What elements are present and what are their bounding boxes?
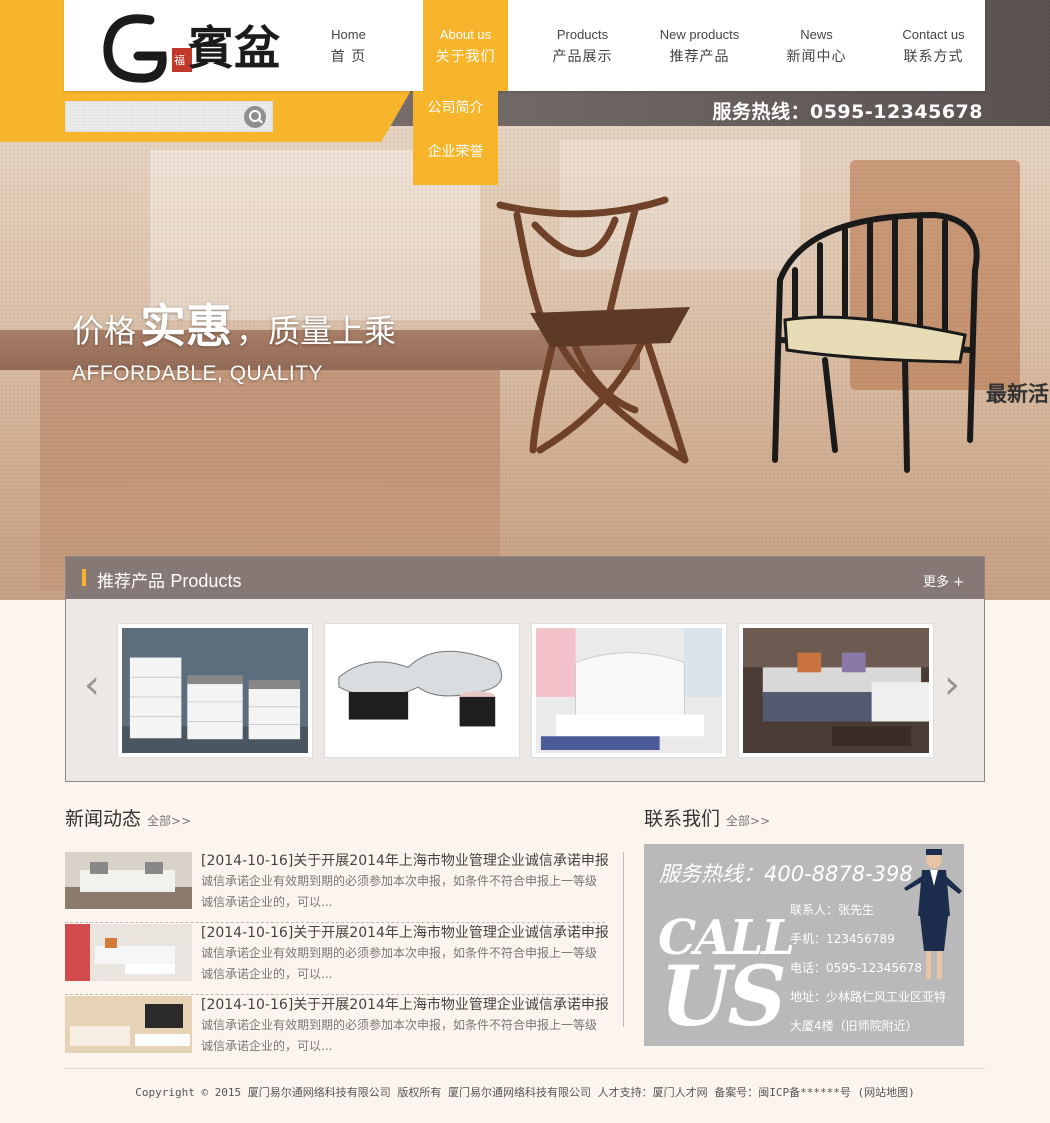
- us-text: US: [660, 949, 787, 1045]
- contact-heading: 联系我们 全部>>: [644, 804, 964, 831]
- stewardess-image: [904, 849, 962, 979]
- products-more-link[interactable]: 更多 +: [923, 571, 964, 590]
- news-item[interactable]: [2014-10-16]关于开展2014年上海市物业管理企业诚信承诺申报诚信承诺…: [65, 995, 609, 1067]
- news-heading: 新闻动态 全部>>: [65, 804, 605, 831]
- nav-products[interactable]: Products 产品展示: [524, 0, 641, 91]
- news-image: [65, 852, 192, 909]
- product-thumb-cabinets[interactable]: [117, 623, 313, 758]
- wooden-chair-image: [496, 196, 690, 464]
- news-item[interactable]: [2014-10-16]关于开展2014年上海市物业管理企业诚信承诺申报诚信承诺…: [65, 923, 609, 995]
- coffee-table-image: [329, 628, 515, 753]
- contact-section: 联系我们 全部>> 服务热线：400-8878-398 CALL US 联系人：张…: [644, 804, 964, 1046]
- products-header-bar: 推荐产品 Products 更多 +: [66, 557, 984, 599]
- products-title-en: Products: [170, 571, 242, 591]
- banner-side-text: 最新活: [986, 381, 1049, 406]
- news-image: [65, 924, 192, 981]
- site-header: 福 賓盆 Home 首 页 About us 关于我们 Products 产品展示 N…: [64, 0, 985, 91]
- product-carousel: [117, 623, 934, 758]
- chevron-left-icon[interactable]: ‹: [84, 665, 104, 705]
- nav-contact[interactable]: Contact us 联系方式: [875, 0, 992, 91]
- bed-image: [536, 628, 722, 753]
- svg-text:賓盆: 賓盆: [188, 21, 280, 75]
- nav-new-products[interactable]: New products 推荐产品: [641, 0, 758, 91]
- search-box: [65, 101, 273, 132]
- contact-title: 联系我们: [644, 808, 721, 830]
- news-item-title[interactable]: [2014-10-16]关于开展2014年上海市物业管理企业诚信承诺申报: [201, 852, 609, 870]
- contact-hotline: 服务热线：400-8878-398: [659, 862, 913, 886]
- chevron-right-icon[interactable]: ›: [944, 665, 964, 705]
- footer-copyright: Copyright © 2015 厦门易尔通网络科技有限公司 版权所有 厦门易尔…: [135, 1086, 915, 1099]
- contact-all-link[interactable]: 全部>>: [726, 814, 770, 828]
- slogan-price: 价格: [72, 312, 137, 350]
- product-thumb-sofa[interactable]: [738, 623, 934, 758]
- site-logo[interactable]: 福 賓盆: [102, 8, 282, 84]
- news-section: 新闻动态 全部>> [2014-10-16]关于开展2014年上海市物业管理企业诚…: [65, 804, 609, 1067]
- footer-divider: [65, 1068, 985, 1069]
- search-icon[interactable]: [244, 106, 266, 128]
- column-divider: [623, 852, 624, 1027]
- news-all-link[interactable]: 全部>>: [147, 814, 191, 828]
- section-marker: [82, 569, 86, 586]
- hotline-header: 服务热线：0595-12345678: [712, 101, 983, 123]
- news-item-title[interactable]: [2014-10-16]关于开展2014年上海市物业管理企业诚信承诺申报: [201, 996, 609, 1014]
- nav-news[interactable]: News 新闻中心: [758, 0, 875, 91]
- cabinets-image: [122, 628, 308, 753]
- main-nav: Home 首 页 About us 关于我们 Products 产品展示 New pr…: [290, 0, 992, 91]
- products-section: 推荐产品 Products 更多 + ‹ ›: [65, 556, 985, 782]
- products-title: 推荐产品 Products: [97, 567, 241, 592]
- dropdown-item-honors[interactable]: 企业荣誉: [413, 135, 498, 179]
- news-item[interactable]: [2014-10-16]关于开展2014年上海市物业管理企业诚信承诺申报诚信承诺…: [65, 851, 609, 923]
- slogan-quality: ，质量上乘: [236, 312, 397, 350]
- news-item-title[interactable]: [2014-10-16]关于开展2014年上海市物业管理企业诚信承诺申报: [201, 924, 609, 942]
- sofa-image: [743, 628, 929, 753]
- news-list: [2014-10-16]关于开展2014年上海市物业管理企业诚信承诺申报诚信承诺…: [65, 851, 609, 1067]
- svg-text:福: 福: [174, 53, 185, 67]
- news-item-desc: 诚信承诺企业有效期到期的必须参加本次申报，如条件不符合申报上一等级诚信承诺企业的…: [201, 874, 598, 909]
- news-title: 新闻动态: [65, 808, 142, 830]
- black-armchair-image: [772, 211, 980, 473]
- products-title-cn: 推荐产品: [97, 572, 165, 592]
- contact-box: 服务热线：400-8878-398 CALL US 联系人：张先生 手机：123…: [644, 844, 964, 1046]
- news-item-desc: 诚信承诺企业有效期到期的必须参加本次申报，如条件不符合申报上一等级诚信承诺企业的…: [201, 1018, 598, 1053]
- banner-slogan: 价格实惠 ，质量上乘 AFFORDABLE, QUALITY: [72, 290, 396, 386]
- slogan-english: AFFORDABLE, QUALITY: [72, 362, 324, 385]
- contact-address: 地址：少林路仁风工业区亚特: [790, 990, 947, 1004]
- dropdown-item-company-intro[interactable]: 公司简介: [413, 91, 498, 135]
- news-image: [65, 996, 192, 1053]
- slogan-affordable: 实惠: [140, 299, 233, 353]
- search-input[interactable]: [66, 102, 236, 131]
- news-item-desc: 诚信承诺企业有效期到期的必须参加本次申报，如条件不符合申报上一等级诚信承诺企业的…: [201, 946, 598, 981]
- about-dropdown-menu: 公司简介 企业荣誉: [413, 91, 498, 185]
- product-thumb-bed[interactable]: [531, 623, 727, 758]
- nav-home[interactable]: Home 首 页: [290, 0, 407, 91]
- product-thumb-coffee-table[interactable]: [324, 623, 520, 758]
- contact-address-2: 大厦4楼（旧师院附近）: [790, 1019, 918, 1033]
- nav-about[interactable]: About us 关于我们: [423, 0, 508, 91]
